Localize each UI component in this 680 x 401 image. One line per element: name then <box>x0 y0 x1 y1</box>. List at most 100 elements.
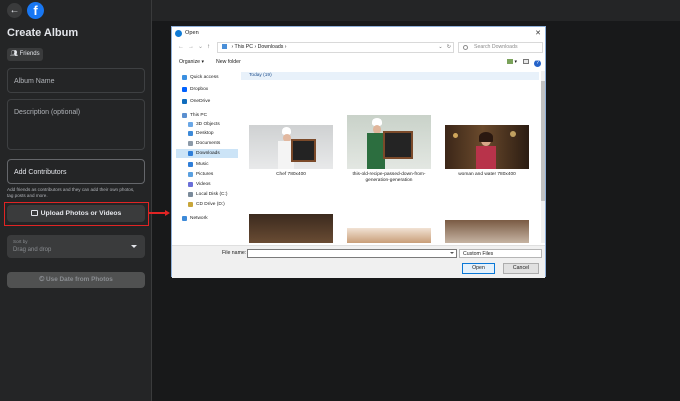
cube-icon <box>188 122 193 127</box>
caret-down-icon <box>131 245 137 248</box>
privacy-label: Friends <box>19 51 40 57</box>
sidebar-item-desktop[interactable]: Desktop <box>176 129 238 138</box>
desktop-icon <box>188 131 193 136</box>
sidebar-item-onedrive[interactable]: OneDrive <box>176 97 238 106</box>
organize-menu[interactable]: Organize ▾ <box>179 56 204 68</box>
breadcrumb-separator: › <box>231 44 234 50</box>
refresh-icon[interactable]: ↻ <box>447 44 451 50</box>
file-name-field-label: File name: <box>222 250 247 256</box>
sidebar-item-label: Videos <box>196 182 211 187</box>
annotation-highlight-box <box>4 202 149 226</box>
file-thumbnail[interactable] <box>445 220 529 243</box>
sidebar-item-pictures[interactable]: Pictures <box>176 170 238 179</box>
bokeh-light <box>453 133 458 138</box>
sidebar-item-videos[interactable]: Videos <box>176 180 238 189</box>
sidebar-item-this-pc[interactable]: This PC <box>176 111 238 120</box>
vertical-scrollbar[interactable] <box>541 71 545 243</box>
file-thumbnail[interactable] <box>249 214 333 243</box>
sidebar-item-label: 3D Objects <box>196 122 220 127</box>
file-thumbnail-recipe[interactable] <box>347 115 431 169</box>
download-icon <box>188 151 193 156</box>
back-arrow-icon[interactable]: ← <box>7 3 22 18</box>
panel-topbar: ← f <box>0 0 152 21</box>
star-icon <box>182 75 187 80</box>
red-top <box>476 146 496 169</box>
add-contributors-input[interactable]: Add Contributors <box>7 159 145 184</box>
new-folder-button[interactable]: New folder <box>216 56 241 68</box>
breadcrumb-separator: › <box>254 44 257 50</box>
sidebar-item-label: This PC <box>190 113 208 118</box>
sidebar-item-label: Dropbox <box>190 87 209 92</box>
address-bar[interactable]: › This PC › Downloads › ⌄ ↻ <box>217 42 454 53</box>
sort-by-value: Drag and drop <box>13 247 52 253</box>
file-name-label[interactable]: woman and water 780x400 <box>439 172 535 178</box>
dialog-titlebar: Open ✕ <box>172 27 545 40</box>
back-icon[interactable]: ← <box>178 41 184 54</box>
album-name-input[interactable]: Album Name <box>7 68 145 93</box>
chevron-down-icon[interactable]: ⌄ <box>438 44 442 50</box>
folder-icon <box>222 44 227 49</box>
dialog-toolbar: Organize ▾ New folder ▾ ? <box>172 56 545 68</box>
sort-by-dropdown[interactable]: Sort by Drag and drop <box>7 235 145 258</box>
create-album-panel: ← f Create Album 👥︎ Friends Album Name D… <box>0 0 152 401</box>
address-controls: ⌄ ↻ <box>438 43 451 52</box>
file-thumbnail[interactable] <box>347 228 431 243</box>
sidebar-item-quick-access[interactable]: Quick access <box>176 73 238 82</box>
sidebar-item-label: Pictures <box>196 172 214 177</box>
sidebar-item-label: CD Drive (D:) <box>196 202 225 207</box>
sidebar-item-label: Desktop <box>196 131 214 136</box>
woman-hair <box>479 132 493 142</box>
chevron-down-icon[interactable]: ▾ <box>514 59 517 65</box>
breadcrumb-this-pc[interactable]: This PC <box>235 44 253 50</box>
sidebar-item-label: Quick access <box>190 75 219 80</box>
up-folder-icon[interactable]: ↑ <box>207 41 210 54</box>
description-input[interactable]: Description (optional) <box>7 99 145 150</box>
search-input[interactable]: Search Downloads <box>458 42 543 53</box>
chalkboard <box>383 131 413 159</box>
sidebar-item-local-disk[interactable]: Local Disk (C:) <box>176 190 238 199</box>
view-options-icon[interactable] <box>507 59 514 64</box>
open-button[interactable]: Open <box>462 263 495 274</box>
scrollbar-thumb[interactable] <box>541 81 545 201</box>
facebook-logo-icon[interactable]: f <box>27 2 44 19</box>
file-thumbnail-woman[interactable] <box>445 125 529 169</box>
privacy-button[interactable]: 👥︎ Friends <box>7 48 43 61</box>
drive-icon <box>188 192 193 197</box>
help-icon[interactable]: ? <box>534 60 541 67</box>
sidebar-item-downloads[interactable]: Downloads <box>176 149 238 158</box>
clock-icon: 🕓︎ <box>39 276 45 283</box>
sidebar-item-music[interactable]: Music <box>176 160 238 169</box>
search-icon <box>463 45 468 50</box>
file-name-label[interactable]: Chef 780x400 <box>243 172 339 178</box>
page-title: Create Album <box>7 27 79 39</box>
preview-pane-icon[interactable] <box>522 59 529 64</box>
chevron-down-icon[interactable]: ⌄ <box>198 41 203 54</box>
file-list: Today (19) Chef 780x400 this-old-recipe-… <box>239 71 542 243</box>
sidebar-item-label: Network <box>190 216 208 221</box>
breadcrumb-downloads[interactable]: Downloads <box>258 44 284 50</box>
sidebar-item-3d-objects[interactable]: 3D Objects <box>176 120 238 129</box>
navigation-row: ← → ⌄ ↑ › This PC › Downloads › ⌄ ↻ Sear… <box>172 41 545 54</box>
annotation-arrow-icon <box>149 210 171 216</box>
use-date-label: Use Date from Photos <box>46 276 113 283</box>
file-type-select[interactable]: Custom Files <box>459 249 542 258</box>
forward-icon[interactable]: → <box>188 41 194 54</box>
sidebar-item-dropbox[interactable]: Dropbox <box>176 85 238 94</box>
file-thumbnail-chef[interactable] <box>249 125 333 169</box>
close-icon[interactable]: ✕ <box>535 27 541 40</box>
sidebar-item-cd-drive[interactable]: CD Drive (D:) <box>176 200 238 209</box>
sidebar-item-label: OneDrive <box>190 99 211 104</box>
dropbox-icon <box>182 87 187 92</box>
dialog-title: Open <box>185 30 199 36</box>
use-date-button[interactable]: 🕓︎ Use Date from Photos <box>7 272 145 288</box>
cancel-button[interactable]: Cancel <box>503 263 539 274</box>
document-icon <box>188 141 193 146</box>
file-name-input[interactable] <box>247 249 457 258</box>
computer-icon <box>182 113 187 118</box>
sidebar-item-network[interactable]: Network <box>176 214 238 223</box>
sidebar-item-label: Music <box>196 162 209 167</box>
group-header[interactable]: Today (19) <box>241 72 539 80</box>
file-name-label[interactable]: this-old-recipe-passed-down-from-generat… <box>341 172 437 184</box>
chevron-down-icon[interactable] <box>450 252 454 254</box>
sidebar-item-documents[interactable]: Documents <box>176 139 238 148</box>
